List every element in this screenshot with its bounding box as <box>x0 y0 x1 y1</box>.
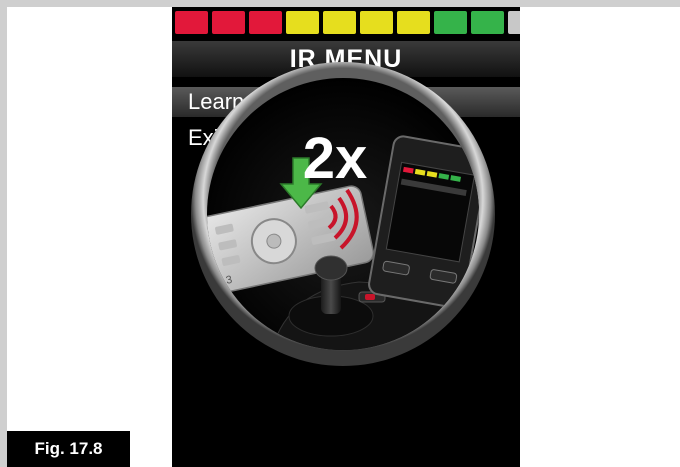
battery-segment <box>508 11 520 34</box>
battery-segment <box>286 11 319 34</box>
battery-segment <box>397 11 430 34</box>
instruction-circle: 3 2x <box>189 60 497 368</box>
battery-segment <box>471 11 504 34</box>
press-count-label: 2x <box>303 126 368 191</box>
frame-top-border <box>0 0 680 7</box>
battery-segment <box>175 11 208 34</box>
battery-segment <box>360 11 393 34</box>
device-screen: IR MENU Learn C Exi 3 2x <box>172 7 520 467</box>
battery-segment <box>434 11 467 34</box>
battery-segment <box>249 11 282 34</box>
battery-indicator <box>175 11 520 34</box>
instruction-graphic: 3 2x <box>191 62 495 366</box>
battery-segment <box>212 11 245 34</box>
figure-label: Fig. 17.8 <box>7 431 130 467</box>
battery-segment <box>323 11 356 34</box>
frame-left-border <box>0 0 7 467</box>
